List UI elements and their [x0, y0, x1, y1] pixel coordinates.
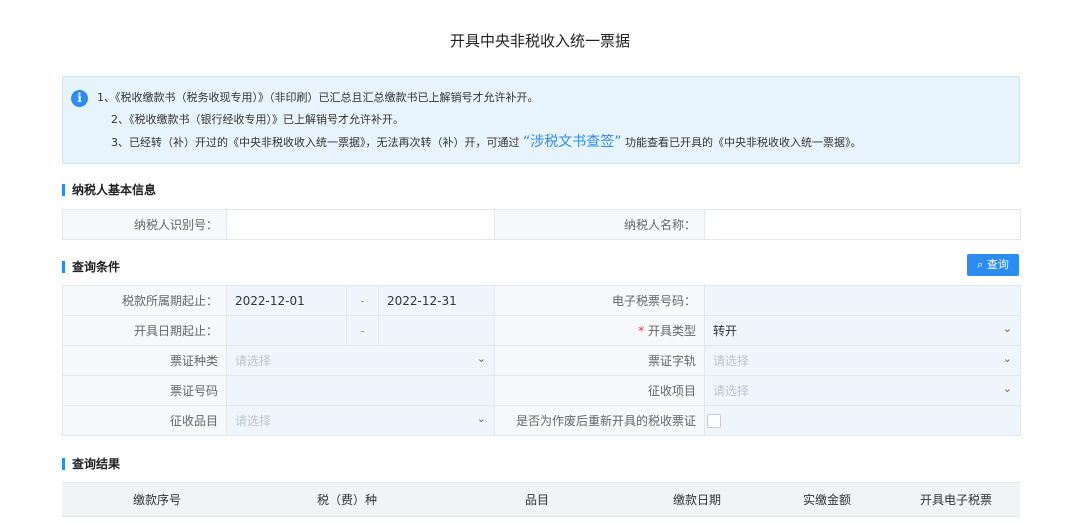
column-header: 实缴金额: [762, 482, 892, 517]
eticket-input[interactable]: [704, 285, 1021, 316]
page: 开具中央非税收入统一票据 i 1、《税收缴款书（税务收现专用）》（非印刷）已汇总…: [0, 0, 1080, 522]
results-section-title: 查询结果: [62, 458, 120, 470]
collect-product-label: 征收品目: [62, 405, 227, 436]
collect-item-label: 征收项目: [494, 375, 705, 406]
period-end-input[interactable]: 2022-12-31: [378, 285, 495, 316]
eticket-label: 电子税票号码：: [494, 285, 705, 316]
chevron-down-icon: ⌄: [1002, 322, 1012, 335]
query-conditions-table: 税款所属期起止： 2022-12-01 - 2022-12-31 电子税票号码：…: [62, 285, 1021, 436]
notice-line-1: 1、《税收缴款书（税务收现专用）》（非印刷）已汇总且汇总缴款书已上解销号才允许补…: [97, 91, 539, 104]
issue-type-label-cell: * 开具类型: [494, 315, 705, 346]
taxpayer-id-value: [226, 209, 495, 240]
notice-line-3-prefix: 3、已经转（补）开过的《中央非税收收入统一票据》，无法再次转（补）开，可通过: [111, 136, 520, 149]
collect-item-select[interactable]: 请选择 ⌄: [704, 375, 1021, 406]
reissue-checkbox-cell: [704, 405, 1021, 436]
query-section-title: 查询条件: [62, 261, 120, 273]
chevron-down-icon: ⌄: [476, 412, 486, 425]
collect-item-placeholder: 请选择: [713, 384, 750, 398]
notice-line-3-suffix: 功能查看已开具的《中央非税收收入统一票据》。: [625, 136, 862, 149]
column-header: 品目: [442, 482, 632, 517]
tax-document-query-link[interactable]: “涉税文书查签”: [523, 134, 622, 150]
issue-type-label: 开具类型: [647, 324, 696, 338]
info-icon: i: [71, 90, 88, 107]
column-header: 开具电子税票: [892, 482, 1020, 517]
taxpayer-name-value: [704, 209, 1021, 240]
issue-type-value: 转开: [713, 324, 738, 338]
query-button-label: 查询: [986, 258, 1009, 271]
ticket-no-input[interactable]: [226, 375, 495, 406]
chevron-down-icon: ⌄: [1002, 382, 1012, 395]
page-title: 开具中央非税收入统一票据: [449, 32, 630, 50]
issue-date-label: 开具日期起止：: [62, 315, 227, 346]
notice-line-3: 3、已经转（补）开过的《中央非税收收入统一票据》，无法再次转（补）开，可通过 “…: [111, 131, 862, 151]
collect-product-select[interactable]: 请选择 ⌄: [226, 405, 495, 436]
ticket-kind-select[interactable]: 请选择 ⌄: [226, 345, 495, 376]
notice-box: i 1、《税收缴款书（税务收现专用）》（非印刷）已汇总且汇总缴款书已上解销号才允…: [62, 76, 1020, 164]
issue-type-select[interactable]: 转开 ⌄: [704, 315, 1021, 346]
taxpayer-section-title: 纳税人基本信息: [62, 184, 156, 196]
ticket-track-select[interactable]: 请选择 ⌄: [704, 345, 1021, 376]
required-marker: *: [638, 324, 645, 338]
chevron-down-icon: ⌄: [1002, 352, 1012, 365]
reissue-label: 是否为作废后重新开具的税收票证: [494, 405, 705, 436]
reissue-checkbox[interactable]: [707, 413, 721, 428]
period-label: 税款所属期起止：: [62, 285, 227, 316]
results-table: 缴款序号 税（费）种 品目 缴款日期 实缴金额 开具电子税票: [62, 482, 1020, 517]
issue-date-separator: -: [346, 315, 379, 346]
query-button[interactable]: ⌕ 查询: [967, 254, 1019, 276]
issue-date-start-input[interactable]: [226, 315, 347, 346]
taxpayer-name-label: 纳税人名称：: [494, 209, 705, 240]
issue-date-end-input[interactable]: [378, 315, 495, 346]
ticket-track-placeholder: 请选择: [713, 354, 750, 368]
results-header-row: 缴款序号 税（费）种 品目 缴款日期 实缴金额 开具电子税票: [62, 482, 1020, 517]
ticket-track-label: 票证字轨: [494, 345, 705, 376]
taxpayer-info-table: 纳税人识别号： 纳税人名称：: [62, 209, 1021, 240]
ticket-no-label: 票证号码: [62, 375, 227, 406]
notice-line-2: 2、《税收缴款书（银行经收专用）》已上解销号才允许补开。: [111, 113, 404, 126]
column-header: 缴款序号: [62, 482, 252, 517]
chevron-down-icon: ⌄: [476, 352, 486, 365]
collect-product-placeholder: 请选择: [235, 414, 272, 428]
period-separator: -: [346, 285, 379, 316]
ticket-kind-placeholder: 请选择: [235, 354, 272, 368]
search-icon: ⌕: [977, 258, 984, 271]
column-header: 缴款日期: [632, 482, 762, 517]
taxpayer-id-label: 纳税人识别号：: [62, 209, 227, 240]
ticket-kind-label: 票证种类: [62, 345, 227, 376]
column-header: 税（费）种: [252, 482, 442, 517]
period-start-input[interactable]: 2022-12-01: [226, 285, 347, 316]
